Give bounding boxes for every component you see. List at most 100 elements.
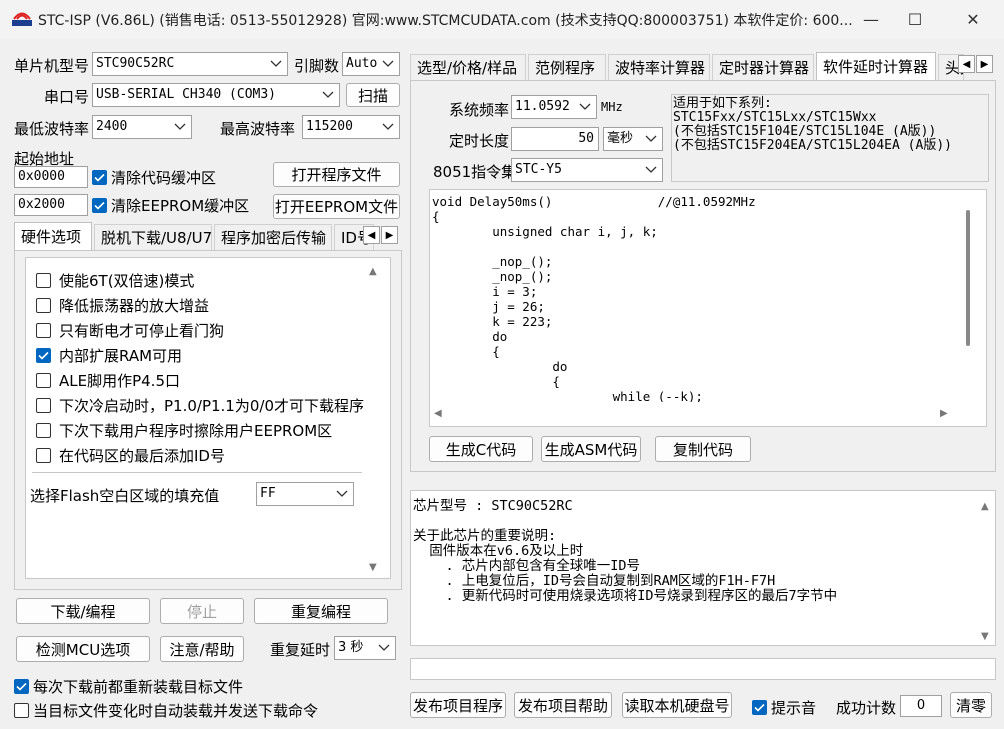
open-program-file-button[interactable]: 打开程序文件 — [273, 162, 400, 187]
fill-value-select[interactable]: FF — [256, 482, 354, 506]
chevron-down-icon — [644, 128, 658, 150]
scroll-right-icon[interactable]: ▶ — [940, 408, 948, 419]
publish-help-button[interactable]: 发布项目帮助 — [514, 692, 612, 718]
checkbox-checked-icon[interactable] — [92, 170, 107, 185]
scroll-down-icon[interactable]: ▼ — [369, 562, 377, 573]
checkbox-unchecked-icon[interactable] — [36, 398, 51, 413]
checkbox-unchecked-icon[interactable] — [36, 273, 51, 288]
checkbox-checked-icon[interactable] — [92, 198, 107, 213]
tab-selection-price[interactable]: 选型/价格/样品 — [410, 54, 526, 80]
instruction-set-value: STC-Y5 — [515, 162, 562, 177]
tab-encrypted-transfer[interactable]: 程序加密后传输 — [214, 224, 332, 250]
code-address-input[interactable]: 0x0000 — [14, 166, 88, 188]
detect-mcu-options-button[interactable]: 检测MCU选项 — [16, 636, 150, 662]
mcu-type-select[interactable]: STC90C52RC — [92, 52, 288, 76]
checkbox-unchecked-icon[interactable] — [14, 703, 29, 718]
max-baud-label: 最高波特率 — [220, 120, 296, 138]
checkbox-unchecked-icon[interactable] — [36, 423, 51, 438]
clear-eeprom-label: 清除EEPROM缓冲区 — [111, 197, 250, 215]
tab-delay-calculator[interactable]: 软件延时计算器 — [816, 52, 936, 80]
delay-unit-value: 毫秒 — [607, 131, 634, 146]
chip-info-line — [413, 514, 973, 529]
max-baud-value: 115200 — [306, 119, 353, 134]
open-eeprom-file-button[interactable]: 打开EEPROM文件 — [273, 194, 400, 219]
scroll-up-icon[interactable]: ▲ — [981, 501, 989, 512]
repeat-delay-select[interactable]: 3 秒 — [334, 636, 396, 660]
chevron-right-icon: ▶ — [980, 58, 989, 70]
delay-unit-select[interactable]: 毫秒 — [603, 127, 663, 151]
checkbox-unchecked-icon[interactable] — [36, 323, 51, 338]
generate-asm-code-button[interactable]: 生成ASM代码 — [541, 436, 641, 462]
checkbox-unchecked-icon[interactable] — [36, 448, 51, 463]
success-count-label: 成功计数 — [836, 699, 897, 717]
checkbox-unchecked-icon[interactable] — [36, 373, 51, 388]
min-baud-label: 最低波特率 — [14, 120, 90, 138]
option-row[interactable]: 使能6T(双倍速)模式 — [36, 270, 194, 291]
title-bar: STC-ISP (V6.86L) (销售电话: 0513-55012928) 官… — [0, 0, 1004, 38]
clear-count-button[interactable]: 清零 — [950, 692, 992, 718]
hardware-options-panel: 使能6T(双倍速)模式 降低振荡器的放大增益 只有断电才可停止看门狗 内部扩展RAM可… — [14, 250, 402, 590]
option-label: ALE脚用作P4.5口 — [59, 372, 180, 390]
checkbox-checked-icon[interactable] — [752, 700, 767, 715]
tab-scroll-left-button[interactable]: ◀ — [958, 55, 975, 73]
copy-code-button[interactable]: 复制代码 — [655, 436, 751, 462]
close-button[interactable]: ✕ — [950, 0, 996, 38]
generate-c-code-button[interactable]: 生成C代码 — [429, 436, 533, 462]
checkbox-checked-icon[interactable] — [14, 679, 29, 694]
tab-hardware-options[interactable]: 硬件选项 — [14, 222, 92, 250]
system-frequency-select[interactable]: 11.0592 — [511, 95, 597, 119]
tab-offline-download[interactable]: 脱机下载/U8/U7 — [94, 224, 212, 250]
tab-baud-calculator[interactable]: 波特率计算器 — [608, 54, 710, 80]
stop-button[interactable]: 停止 — [160, 598, 244, 624]
option-row[interactable]: 下次冷启动时，P1.0/P1.1为0/0才可下载程序 — [36, 395, 364, 416]
tab-scroll-right-button[interactable]: ▶ — [381, 226, 398, 244]
instruction-set-select[interactable]: STC-Y5 — [511, 158, 663, 182]
clear-eeprom-option[interactable]: 清除EEPROM缓冲区 — [92, 195, 249, 216]
tab-sample-programs[interactable]: 范例程序 — [528, 54, 606, 80]
chevron-right-icon: ▶ — [385, 229, 394, 241]
option-row[interactable]: ALE脚用作P4.5口 — [36, 370, 180, 391]
eeprom-address-input[interactable]: 0x2000 — [14, 194, 88, 216]
beep-option[interactable]: 提示音 — [752, 697, 816, 718]
serial-port-label: 串口号 — [44, 88, 90, 106]
fill-value-label: 选择Flash空白区域的填充值 — [30, 487, 220, 505]
minimize-button[interactable]: — — [848, 0, 894, 38]
option-row[interactable]: 降低振荡器的放大增益 — [36, 295, 209, 316]
serial-port-select[interactable]: USB-SERIAL CH340 (COM3) — [92, 83, 340, 107]
scan-button[interactable]: 扫描 — [346, 83, 400, 107]
vertical-scrollbar[interactable] — [966, 210, 970, 346]
notes-help-button[interactable]: 注意/帮助 — [160, 636, 244, 662]
tab-timer-calculator[interactable]: 定时器计算器 — [712, 54, 814, 80]
scroll-down-icon[interactable]: ▼ — [981, 631, 989, 642]
auto-reload-option[interactable]: 当目标文件变化时自动装载并发送下载命令 — [14, 700, 318, 721]
reload-before-download-option[interactable]: 每次下载前都重新装载目标文件 — [14, 676, 243, 697]
chevron-down-icon — [381, 116, 395, 138]
option-row[interactable]: 下次下载用户程序时擦除用户EEPROM区 — [36, 420, 332, 441]
min-baud-select[interactable]: 2400 — [92, 115, 192, 139]
delay-length-input[interactable]: 50 — [511, 127, 599, 151]
generated-code[interactable]: void Delay50ms() //@11.0592MHz { unsigne… — [432, 194, 952, 402]
chip-info-line: . 上电复位后，ID号会自动复制到RAM区域的F1H-F7H — [413, 573, 776, 589]
publish-program-button[interactable]: 发布项目程序 — [410, 692, 506, 718]
chevron-down-icon — [578, 96, 592, 118]
options-list: 使能6T(双倍速)模式 降低振荡器的放大增益 只有断电才可停止看门狗 内部扩展RAM可… — [25, 257, 391, 579]
option-row[interactable]: 内部扩展RAM可用 — [36, 345, 182, 366]
read-disk-id-button[interactable]: 读取本机硬盘号 — [622, 692, 732, 718]
download-program-button[interactable]: 下载/编程 — [16, 598, 150, 624]
scroll-left-icon[interactable]: ◀ — [434, 408, 442, 419]
mcu-type-label: 单片机型号 — [14, 57, 90, 75]
tab-scroll-right-button[interactable]: ▶ — [976, 55, 993, 73]
clear-code-option[interactable]: 清除代码缓冲区 — [92, 167, 216, 188]
option-row[interactable]: 在代码区的最后添加ID号 — [36, 445, 225, 466]
checkbox-checked-icon[interactable] — [36, 348, 51, 363]
scroll-up-icon[interactable]: ▲ — [369, 266, 377, 277]
repeat-program-button[interactable]: 重复编程 — [254, 598, 388, 624]
pin-count-select[interactable]: Auto — [342, 52, 400, 76]
checkbox-unchecked-icon[interactable] — [36, 298, 51, 313]
maximize-button[interactable]: ☐ — [892, 0, 938, 38]
option-label: 下次下载用户程序时擦除用户EEPROM区 — [59, 422, 333, 440]
max-baud-select[interactable]: 115200 — [302, 115, 400, 139]
tab-scroll-left-button[interactable]: ◀ — [363, 226, 380, 244]
option-row[interactable]: 只有断电才可停止看门狗 — [36, 320, 224, 341]
minimize-icon: — — [863, 9, 879, 29]
